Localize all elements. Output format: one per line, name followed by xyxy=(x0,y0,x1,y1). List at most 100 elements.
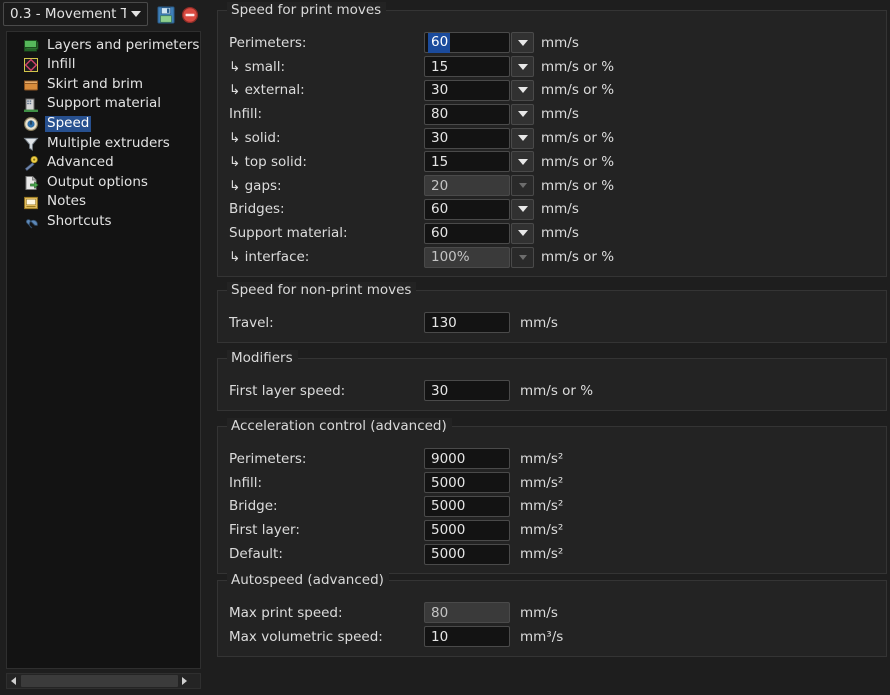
sidebar-item-speed[interactable]: Speed xyxy=(7,114,200,134)
setting-value-input[interactable]: 5000 xyxy=(424,472,510,494)
sidebar-item-skirt-and-brim[interactable]: Skirt and brim xyxy=(7,75,200,95)
setting-label: Perimeters: xyxy=(229,450,307,467)
sidebar-item-label: Speed xyxy=(45,114,92,133)
setting-row: Default: 5000 mm/s² xyxy=(218,542,888,566)
setting-value-input[interactable]: 60 xyxy=(424,198,510,220)
settings-group: Acceleration control (advanced) Perimeter… xyxy=(217,418,888,574)
setting-value-input[interactable]: 9000 xyxy=(424,448,510,470)
setting-value-input[interactable]: 5000 xyxy=(424,543,510,565)
setting-value-input[interactable]: 30 xyxy=(424,127,510,149)
chevron-down-icon[interactable] xyxy=(511,79,534,101)
setting-value-input[interactable]: 10 xyxy=(424,626,510,648)
setting-value-input[interactable]: 80 xyxy=(424,103,510,125)
setting-label: Bridge: xyxy=(229,498,278,515)
chevron-down-icon xyxy=(511,246,534,268)
setting-unit-label: mm/s or % xyxy=(541,177,615,194)
setting-row: ↳ external: 30 mm/s or % xyxy=(218,79,888,103)
chevron-down-icon[interactable] xyxy=(511,56,534,78)
setting-value-input[interactable]: 30 xyxy=(424,79,510,101)
setting-value-input[interactable]: 30 xyxy=(424,380,510,402)
setting-label: Travel: xyxy=(229,314,274,331)
chevron-down-icon[interactable] xyxy=(511,222,534,244)
output-file-icon xyxy=(23,175,39,191)
setting-value-text: 5000 xyxy=(431,522,466,539)
setting-row: ↳ solid: 30 mm/s or % xyxy=(218,126,888,150)
setting-value-text: 5000 xyxy=(431,498,466,515)
setting-row: Max volumetric speed: 10 mm³/s xyxy=(218,625,888,649)
setting-row: Travel: 130 mm/s xyxy=(218,311,888,335)
delete-preset-button[interactable] xyxy=(181,6,199,24)
setting-value-input[interactable]: 5000 xyxy=(424,495,510,517)
sidebar-horizontal-scrollbar[interactable] xyxy=(6,673,201,689)
sidebar-item-label: Support material xyxy=(47,95,162,112)
sidebar-item-output-options[interactable]: Output options xyxy=(7,173,200,193)
sidebar-item-infill[interactable]: Infill xyxy=(7,56,200,76)
scrollbar-thumb[interactable] xyxy=(21,675,178,687)
sidebar-item-advanced[interactable]: Advanced xyxy=(7,154,200,174)
setting-label: ↳ external: xyxy=(229,82,305,99)
setting-value-text: 10 xyxy=(431,628,449,645)
settings-group: Modifiers First layer speed: 30 mm/s or % xyxy=(217,350,888,411)
sidebar-item-notes[interactable]: Notes xyxy=(7,193,200,213)
left-sidebar: 0.3 - Movement T Layers and perimeters In… xyxy=(0,0,206,695)
setting-value-input[interactable]: 130 xyxy=(424,312,510,334)
preset-toolbar: 0.3 - Movement T xyxy=(0,2,206,28)
setting-unit-label: mm/s xyxy=(541,225,579,242)
setting-unit-label: mm/s² xyxy=(520,498,564,515)
chevron-down-icon[interactable] xyxy=(511,198,534,220)
setting-unit-label: mm/s² xyxy=(520,474,564,491)
setting-row: Infill: 5000 mm/s² xyxy=(218,471,888,495)
setting-label: ↳ solid: xyxy=(229,130,281,147)
setting-value-text: 130 xyxy=(431,314,457,331)
setting-value-input[interactable]: 60 xyxy=(424,222,510,244)
setting-row: First layer: 5000 mm/s² xyxy=(218,518,888,542)
preset-selector-value: 0.3 - Movement T xyxy=(10,6,126,22)
setting-value-text: 5000 xyxy=(431,546,466,563)
setting-value-text: 60 xyxy=(431,225,449,242)
chevron-down-icon[interactable] xyxy=(511,103,534,125)
setting-label: Bridges: xyxy=(229,201,285,218)
setting-unit-label: mm³/s xyxy=(520,628,564,645)
setting-value-text: 80 xyxy=(431,604,449,621)
setting-unit-label: mm/s or % xyxy=(520,382,594,399)
sidebar-item-support-material[interactable]: Support material xyxy=(7,95,200,115)
setting-unit-label: mm/s or % xyxy=(541,82,615,99)
preset-selector-combobox[interactable]: 0.3 - Movement T xyxy=(3,2,148,26)
chevron-down-icon[interactable] xyxy=(126,3,147,25)
setting-row: Support material: 60 mm/s xyxy=(218,221,888,245)
setting-unit-label: mm/s or % xyxy=(541,153,615,170)
skirt-brim-icon xyxy=(23,77,39,93)
chevron-down-icon[interactable] xyxy=(511,127,534,149)
sidebar-item-shortcuts[interactable]: Shortcuts xyxy=(7,212,200,232)
save-preset-button[interactable] xyxy=(157,6,175,24)
sidebar-item-label: Output options xyxy=(47,173,148,190)
setting-row: Bridge: 5000 mm/s² xyxy=(218,495,888,519)
setting-unit-label: mm/s xyxy=(541,34,579,51)
chevron-down-icon[interactable] xyxy=(511,32,534,54)
scroll-left-arrow-icon[interactable] xyxy=(7,674,20,688)
setting-value-text: 20 xyxy=(431,177,449,194)
scroll-right-arrow-icon[interactable] xyxy=(178,674,191,688)
setting-unit-label: mm/s or % xyxy=(541,58,615,75)
chevron-down-icon[interactable] xyxy=(511,151,534,173)
setting-value-input: 80 xyxy=(424,602,510,624)
setting-label: Perimeters: xyxy=(229,34,307,51)
setting-unit-label: mm/s xyxy=(520,604,558,621)
setting-row: ↳ interface: 100% mm/s or % xyxy=(218,245,888,269)
setting-value-input[interactable]: 60 xyxy=(424,32,510,54)
settings-category-list[interactable]: Layers and perimeters Infill Skirt and bri… xyxy=(6,31,201,669)
settings-group: Speed for non-print moves Travel: 130 mm/s xyxy=(217,282,888,343)
setting-unit-label: mm/s or % xyxy=(541,249,615,266)
settings-group: Autospeed (advanced) Max print speed: 80 mm… xyxy=(217,572,888,657)
sidebar-item-layers-and-perimeters[interactable]: Layers and perimeters xyxy=(7,36,200,56)
setting-row: First layer speed: 30 mm/s or % xyxy=(218,379,888,403)
setting-value-input[interactable]: 5000 xyxy=(424,519,510,541)
setting-value-input[interactable]: 15 xyxy=(424,151,510,173)
setting-label: Default: xyxy=(229,546,283,563)
setting-label: Support material: xyxy=(229,225,348,242)
setting-value-text: 5000 xyxy=(431,474,466,491)
sidebar-item-label: Multiple extruders xyxy=(47,134,170,151)
setting-row: ↳ top solid: 15 mm/s or % xyxy=(218,150,888,174)
sidebar-item-multiple-extruders[interactable]: Multiple extruders xyxy=(7,134,200,154)
setting-value-input[interactable]: 15 xyxy=(424,56,510,78)
